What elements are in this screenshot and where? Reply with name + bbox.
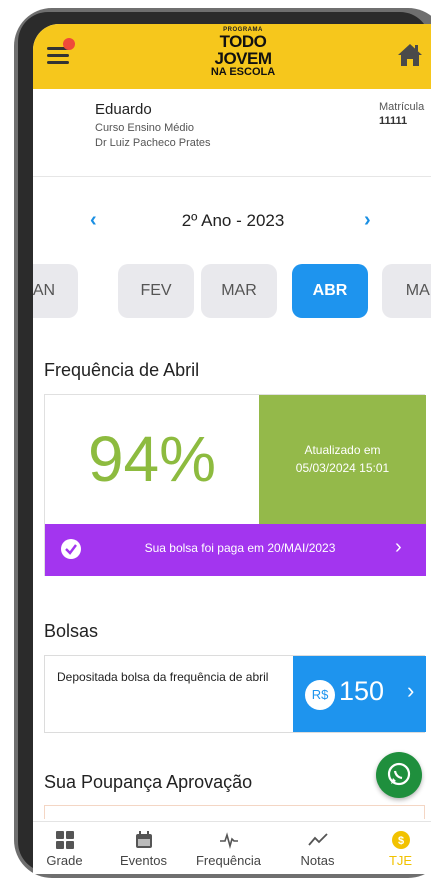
calendar-icon (135, 831, 152, 848)
tab-bar: Grade Eventos Frequência Notas $ TJE (33, 821, 431, 874)
app-header: PROGRAMA TODO JOVEM NA ESCOLA (33, 24, 431, 89)
student-info: Eduardo Curso Ensino Médio Dr Luiz Pache… (33, 89, 431, 177)
month-jan[interactable]: JAN (33, 264, 78, 318)
bolsa-value[interactable]: R$ 150 › (293, 656, 426, 732)
coin-icon: $ (391, 831, 410, 849)
grid-icon (55, 831, 74, 849)
menu-button[interactable] (47, 38, 75, 66)
year-label: 2º Ano - 2023 (181, 211, 285, 230)
bolsa-amount: 150 (339, 676, 385, 706)
chevron-right-icon: › (395, 536, 402, 558)
tab-grade[interactable]: Grade (33, 822, 104, 874)
frequency-title: Frequência de Abril (44, 360, 200, 380)
student-course: Curso Ensino Médio (95, 122, 195, 134)
tab-eventos[interactable]: Eventos (104, 822, 183, 874)
trend-icon (307, 833, 328, 846)
month-abr[interactable]: ABR (292, 264, 368, 318)
frequency-card: 94% Atualizado em 05/03/2024 15:01 Sua b… (44, 394, 426, 576)
poupanca-title: Sua Poupança Aprovação (44, 772, 253, 792)
month-selector: JAN FEV MAR ABR MAI (33, 264, 431, 320)
bolsa-card[interactable]: Depositada bolsa da frequência de abril … (44, 655, 426, 733)
chevron-left-icon[interactable]: ‹ (90, 209, 97, 232)
whatsapp-button[interactable] (376, 752, 422, 798)
student-school: Dr Luiz Pacheco Prates (95, 137, 211, 149)
matricula-value: 11111 (379, 115, 408, 127)
poupanca-card[interactable] (44, 805, 425, 819)
matricula-label: Matrícula (379, 101, 425, 113)
app-screen: PROGRAMA TODO JOVEM NA ESCOLA Eduardo Cu… (33, 24, 431, 874)
tab-notas[interactable]: Notas (278, 822, 357, 874)
bolsa-paid-banner[interactable]: Sua bolsa foi paga em 20/MAI/2023 › (45, 524, 426, 576)
student-name: Eduardo (95, 101, 152, 118)
year-navigator: ‹ 2º Ano - 2023 › (33, 207, 431, 237)
home-button[interactable] (396, 41, 424, 69)
month-fev[interactable]: FEV (118, 264, 194, 318)
paid-text: Sua bolsa foi paga em 20/MAI/2023 (144, 541, 336, 555)
chevron-right-icon[interactable]: › (364, 209, 371, 232)
month-mar[interactable]: MAR (201, 264, 277, 318)
pulse-icon (219, 832, 238, 849)
check-circle-icon (61, 539, 81, 559)
tab-tje[interactable]: $ TJE (361, 822, 431, 874)
program-logo: PROGRAMA TODO JOVEM NA ESCOLA (210, 27, 276, 78)
frequency-updated: Atualizado em 05/03/2024 15:01 (259, 395, 426, 524)
bolsas-title: Bolsas (44, 621, 99, 641)
month-mai[interactable]: MAI (382, 264, 431, 318)
home-icon (398, 44, 422, 66)
notification-dot (63, 38, 75, 50)
whatsapp-icon (387, 762, 411, 786)
svg-text:$: $ (397, 835, 403, 847)
chevron-right-icon: › (407, 678, 415, 703)
currency-badge: R$ (305, 680, 335, 710)
tab-frequencia[interactable]: Frequência (189, 822, 268, 874)
bolsa-description: Depositada bolsa da frequência de abril (57, 670, 269, 684)
frequency-percent: 94% (87, 423, 217, 495)
